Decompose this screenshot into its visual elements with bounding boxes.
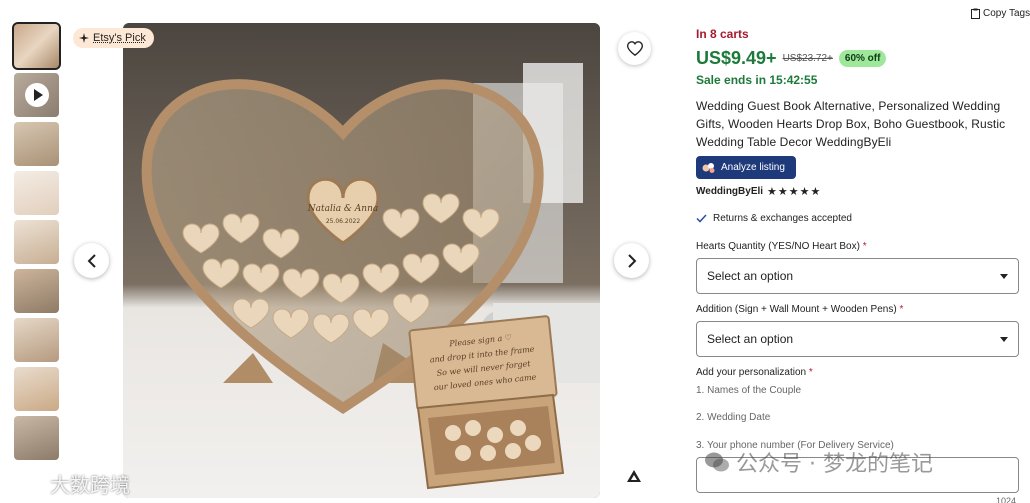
addition-label: Addition (Sign + Wall Mount + Wooden Pen…	[696, 304, 904, 315]
thumbnail-5[interactable]	[14, 220, 59, 264]
analyze-listing-button[interactable]: Analyze listing	[696, 156, 796, 179]
thumbnail-7[interactable]	[14, 318, 59, 362]
price-row: US$9.49+ US$23.72+ 60% off	[696, 48, 887, 69]
thumbnail-8[interactable]	[14, 367, 59, 411]
watermark-logo-icon	[6, 475, 46, 492]
favorite-button[interactable]	[618, 32, 651, 65]
product-illustration: Natalia & Anna 25.06.2022 Please sign a …	[123, 23, 600, 498]
badge-label: Etsy's Pick	[93, 32, 146, 44]
analyze-icon	[702, 162, 715, 173]
dropdown-caret-icon	[1000, 273, 1008, 279]
star-rating: ★★★★★	[767, 186, 822, 198]
analyze-label: Analyze listing	[721, 162, 785, 173]
thumbnail-3[interactable]	[14, 122, 59, 166]
sparkle-icon	[79, 33, 89, 43]
character-count: 1024	[996, 496, 1017, 503]
extension-logo[interactable]	[618, 460, 650, 492]
returns-info: Returns & exchanges accepted	[696, 213, 852, 224]
watermark-right: 公众号 · 梦龙的笔记	[704, 446, 933, 478]
image-date-text: 25.06.2022	[326, 218, 361, 225]
clipboard-icon	[971, 8, 980, 19]
copy-tags-button[interactable]: Copy Tags	[971, 8, 1030, 19]
shop-row: WeddingByEli ★★★★★	[696, 185, 821, 198]
personalization-hint-2: 2. Wedding Date	[696, 412, 771, 423]
thumbnail-1[interactable]	[12, 22, 61, 70]
addition-select[interactable]: Select an option	[696, 321, 1019, 357]
in-carts-text: In 8 carts	[696, 27, 749, 41]
main-product-image: Natalia & Anna 25.06.2022 Please sign a …	[123, 23, 600, 498]
original-price: US$23.72+	[782, 53, 833, 64]
watermark-left-text: 大数跨境	[50, 473, 130, 497]
play-icon	[25, 83, 49, 107]
watermark-right-text: 公众号 · 梦龙的笔记	[736, 452, 933, 477]
etsys-pick-badge[interactable]: Etsy's Pick	[73, 28, 154, 48]
listing-title: Wedding Guest Book Alternative, Personal…	[696, 99, 1006, 149]
next-image-button[interactable]	[614, 243, 649, 278]
dropdown-caret-icon	[1000, 336, 1008, 342]
watermark-left: 大数跨境	[6, 469, 130, 498]
thumbnail-6[interactable]	[14, 269, 59, 313]
hearts-quantity-label: Hearts Quantity (YES/NO Heart Box) *	[696, 241, 867, 252]
heart-outline-icon	[626, 41, 643, 56]
personalization-hint-1: 1. Names of the Couple	[696, 385, 802, 396]
chevron-left-icon	[87, 253, 96, 268]
returns-text: Returns & exchanges accepted	[713, 213, 852, 224]
previous-image-button[interactable]	[74, 243, 109, 278]
wechat-icon	[705, 452, 729, 472]
checkmark-icon	[696, 214, 707, 223]
personalization-label-text: Add your personalization	[696, 367, 807, 378]
addition-value: Select an option	[707, 332, 794, 346]
current-price: US$9.49+	[696, 48, 777, 68]
chevron-right-icon	[627, 253, 636, 268]
shop-name-link[interactable]: WeddingByEli	[696, 186, 763, 197]
image-names-text: Natalia & Anna	[307, 204, 379, 214]
hearts-quantity-select[interactable]: Select an option	[696, 258, 1019, 294]
triangle-logo-icon	[627, 470, 641, 482]
thumbnail-4[interactable]	[14, 171, 59, 215]
personalization-label: Add your personalization *	[696, 367, 813, 378]
thumbnail-video[interactable]	[14, 73, 59, 117]
discount-badge: 60% off	[838, 50, 887, 67]
sale-countdown: Sale ends in 15:42:55	[696, 73, 818, 87]
hearts-quantity-label-text: Hearts Quantity (YES/NO Heart Box)	[696, 241, 860, 252]
addition-label-text: Addition (Sign + Wall Mount + Wooden Pen…	[696, 304, 897, 315]
hearts-quantity-value: Select an option	[707, 269, 794, 283]
copy-tags-label: Copy Tags	[983, 8, 1030, 19]
thumbnail-9[interactable]	[14, 416, 59, 460]
thumbnail-strip	[12, 22, 61, 465]
